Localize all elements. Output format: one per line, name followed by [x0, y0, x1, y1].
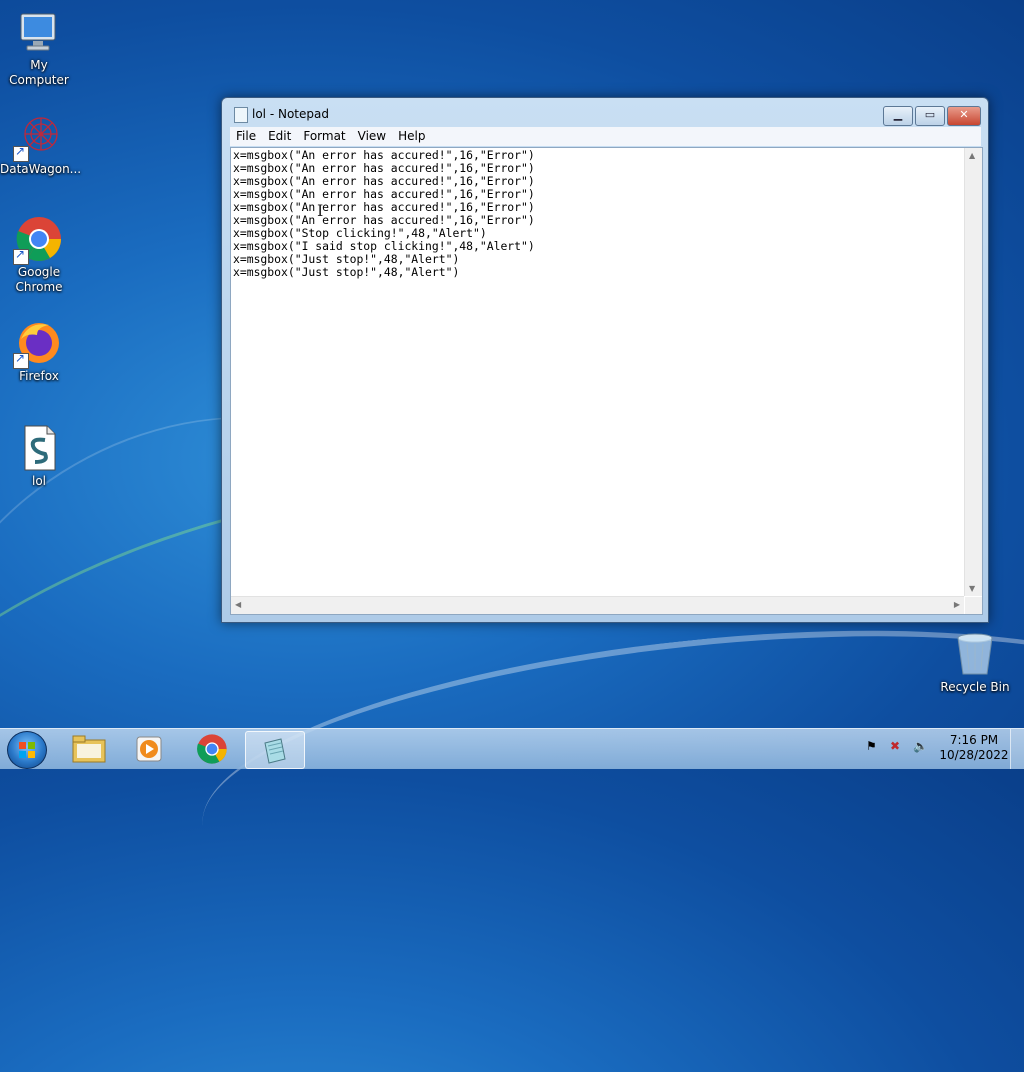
- scroll-right-icon[interactable]: ▶: [954, 600, 960, 609]
- start-button[interactable]: [7, 731, 47, 769]
- desktop-icon-recycle-bin[interactable]: Recycle Bin: [936, 630, 1014, 695]
- vertical-scrollbar[interactable]: ▲ ▼: [964, 148, 982, 596]
- menu-file[interactable]: File: [230, 127, 262, 145]
- close-button[interactable]: ✕: [947, 106, 981, 126]
- desktop-icon-label: lol: [31, 474, 46, 488]
- taskbar-google-chrome[interactable]: [183, 731, 241, 767]
- chrome-icon: [197, 734, 227, 764]
- desktop-icon-datawagon[interactable]: DataWagon...: [0, 112, 82, 177]
- desktop-icon-my-computer[interactable]: My Computer: [0, 8, 78, 88]
- recycle-bin-icon: [951, 630, 999, 678]
- editor-content[interactable]: x=msgbox("An error has accured!",16,"Err…: [233, 149, 963, 595]
- desktop-icon-firefox[interactable]: Firefox: [0, 319, 78, 384]
- scroll-down-icon[interactable]: ▼: [969, 584, 975, 593]
- shortcut-arrow-icon: [13, 247, 29, 265]
- desktop-icon-label: Firefox: [19, 369, 59, 383]
- minimize-icon: ▁: [893, 108, 903, 121]
- text-cursor-icon: I: [317, 201, 324, 220]
- menu-format[interactable]: Format: [297, 127, 351, 145]
- network-disconnected-icon[interactable]: ✖: [890, 739, 900, 753]
- media-player-icon: [136, 736, 162, 762]
- clock-time: 7:16 PM: [949, 733, 999, 747]
- notepad-icon: [264, 738, 286, 764]
- taskbar-media-player[interactable]: [120, 731, 178, 767]
- datawagon-icon: [13, 112, 63, 162]
- wallpaper-swoosh: [188, 588, 1024, 958]
- windows-logo-icon: [19, 742, 35, 758]
- desktop-icon-google-chrome[interactable]: Google Chrome: [0, 215, 78, 295]
- desktop-icon-label: DataWagon...: [0, 162, 82, 176]
- notepad-icon: [234, 107, 248, 123]
- menu-help[interactable]: Help: [392, 127, 431, 145]
- desktop-icon-lol-script[interactable]: lol: [0, 424, 78, 489]
- taskbar: ⚑ ✖ 🔈 7:16 PM 10/28/2022: [0, 728, 1024, 769]
- volume-icon[interactable]: 🔈: [913, 739, 928, 753]
- system-clock[interactable]: 7:16 PM 10/28/2022: [936, 733, 1012, 763]
- minimize-button[interactable]: ▁: [883, 106, 913, 126]
- scroll-left-icon[interactable]: ◀: [235, 600, 241, 609]
- taskbar-windows-explorer[interactable]: [60, 731, 118, 767]
- chrome-icon: [13, 215, 63, 265]
- close-icon: ✕: [959, 108, 969, 121]
- menu-bar: File Edit Format View Help: [230, 127, 981, 146]
- notepad-window[interactable]: lol - Notepad ▁ ▭ ✕ File Edit Format View He…: [221, 97, 989, 623]
- folder-icon: [72, 735, 106, 763]
- clock-date: 10/28/2022: [939, 748, 1009, 762]
- menu-view[interactable]: View: [352, 127, 392, 145]
- desktop-icon-label: Google Chrome: [15, 265, 63, 294]
- horizontal-scrollbar[interactable]: ◀ ▶: [231, 596, 964, 614]
- taskbar-notepad[interactable]: [245, 731, 305, 769]
- maximize-button[interactable]: ▭: [915, 106, 945, 126]
- vbs-script-icon: [15, 424, 63, 472]
- resize-grip[interactable]: [965, 597, 982, 614]
- show-desktop-button[interactable]: [1010, 729, 1024, 769]
- maximize-icon: ▭: [924, 108, 936, 121]
- window-title: lol - Notepad: [252, 107, 329, 121]
- shortcut-arrow-icon: [13, 144, 29, 162]
- menu-edit[interactable]: Edit: [262, 127, 297, 145]
- shortcut-arrow-icon: [13, 351, 29, 369]
- action-center-icon[interactable]: ⚑: [866, 739, 877, 753]
- firefox-icon: [13, 319, 63, 369]
- text-editor[interactable]: x=msgbox("An error has accured!",16,"Err…: [230, 147, 983, 615]
- scroll-up-icon[interactable]: ▲: [969, 151, 975, 160]
- desktop-icon-label: Recycle Bin: [940, 680, 1010, 694]
- desktop-icon-label: My Computer: [9, 58, 69, 87]
- computer-icon: [15, 8, 63, 56]
- title-bar[interactable]: lol - Notepad ▁ ▭ ✕: [222, 98, 988, 128]
